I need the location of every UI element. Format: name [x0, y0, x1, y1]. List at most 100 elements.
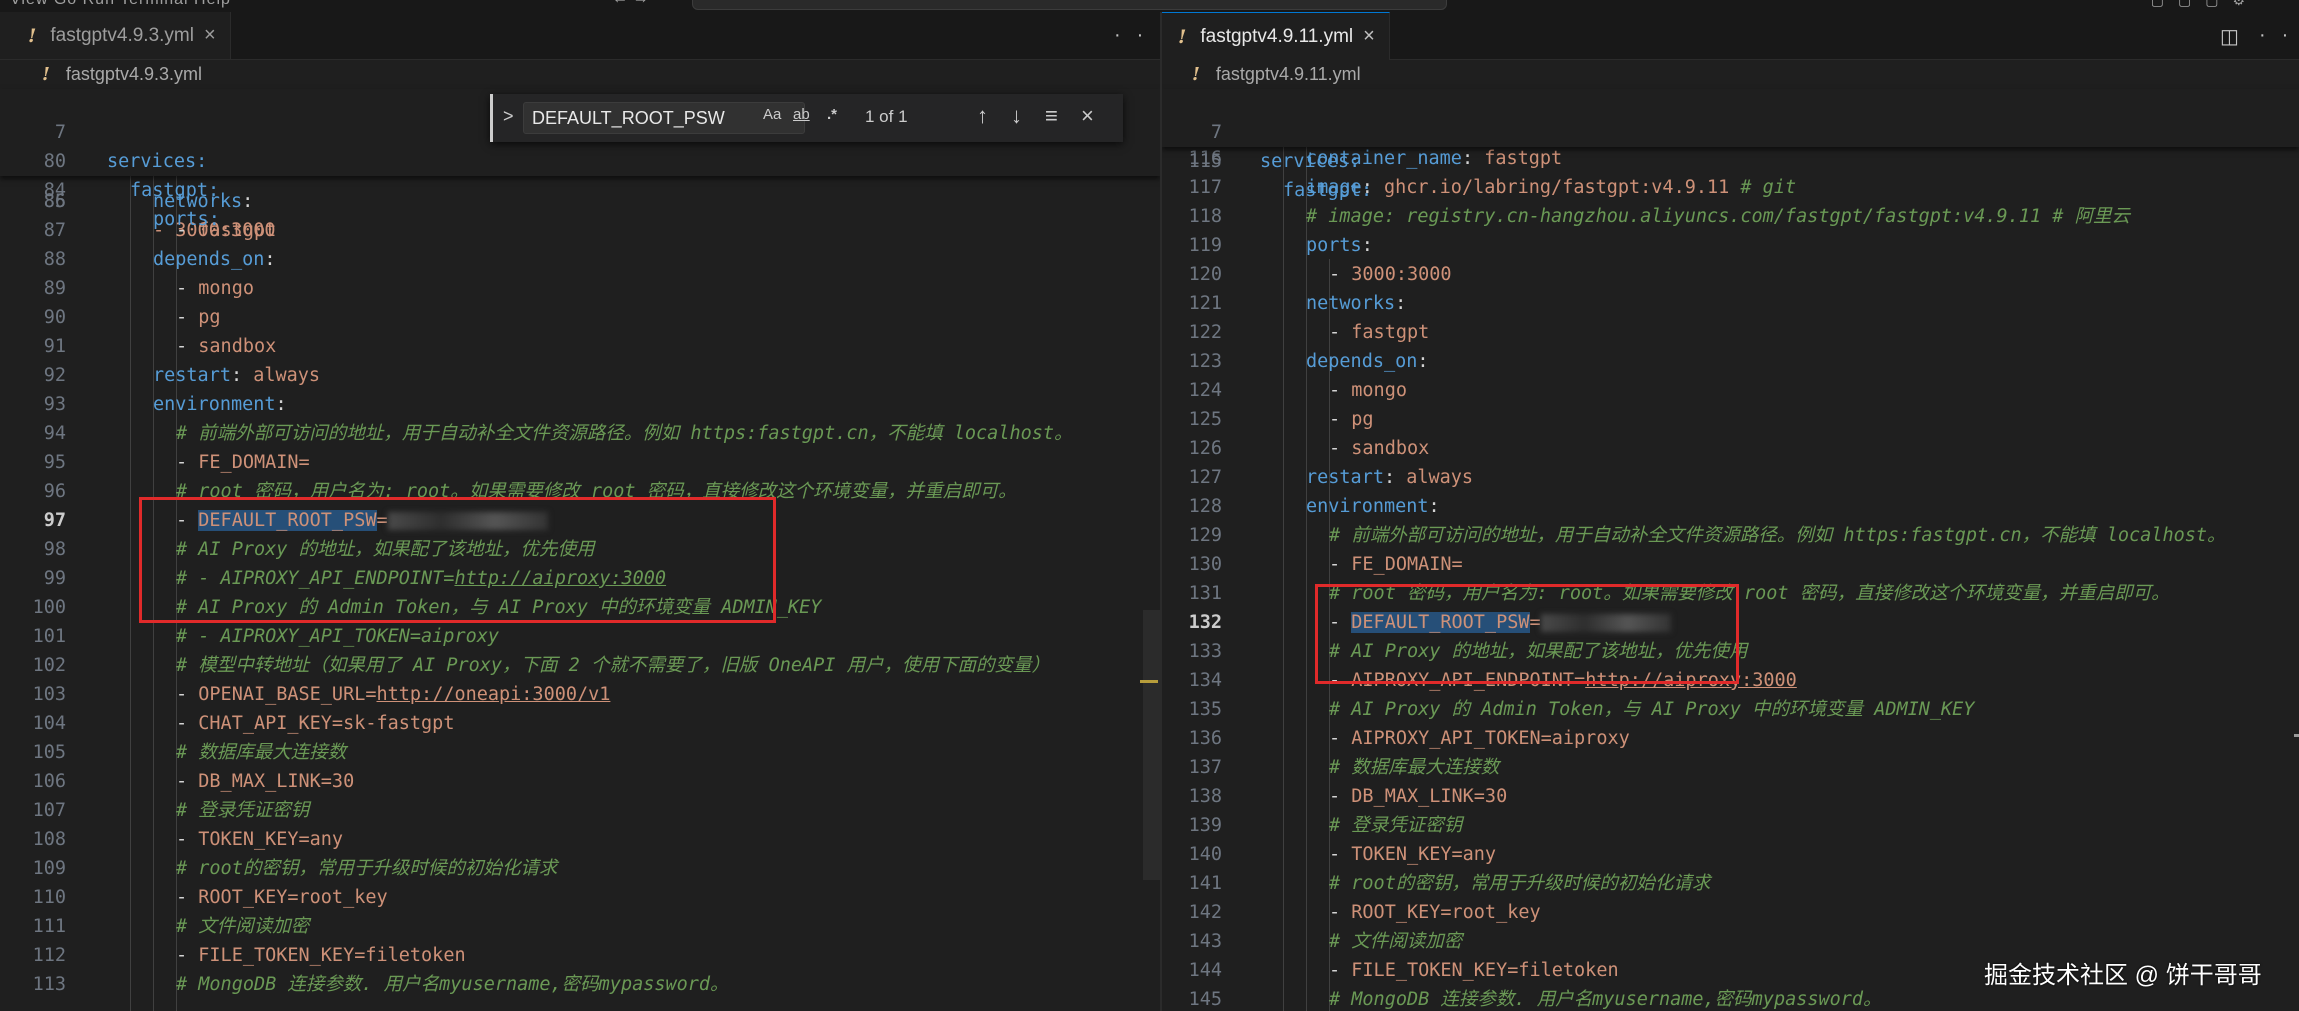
menu-bar[interactable]: View Go Run Terminal Help: [10, 0, 231, 9]
line-text: # 登录凭证密钥: [176, 800, 310, 821]
code-line[interactable]: 129 # 前端外部可访问的地址，用于自动补全文件资源路径。例如 https:fa…: [1162, 521, 2299, 550]
code-line[interactable]: 101 # - AIPROXY_API_TOKEN=aiproxy: [0, 622, 1160, 651]
line-number: 112: [32, 945, 66, 966]
code-line[interactable]: 89 - mongo: [0, 274, 1160, 303]
code-line[interactable]: 94 # 前端外部可访问的地址，用于自动补全文件资源路径。例如 https:fas…: [0, 419, 1160, 448]
code-line[interactable]: 107 # 登录凭证密钥: [0, 796, 1160, 825]
code-line[interactable]: 105 # 数据库最大连接数: [0, 738, 1160, 767]
code-line[interactable]: 142 - ROOT_KEY=root_key: [1162, 898, 2299, 927]
tab-fastgptv4-9-11[interactable]: ! fastgptv4.9.11.yml ×: [1162, 12, 1390, 60]
previous-match-icon[interactable]: ↑: [977, 103, 988, 129]
code-line[interactable]: 118 # image: registry.cn-hangzhou.aliyunc…: [1162, 202, 2299, 231]
code-line[interactable]: 95 - FE_DOMAIN=: [0, 448, 1160, 477]
split-editor-icon[interactable]: ◫: [2220, 24, 2255, 49]
nav-arrows[interactable]: ← →: [612, 0, 648, 8]
line-text: - sandbox: [176, 336, 277, 357]
code-line[interactable]: 125 - pg: [1162, 405, 2299, 434]
code-line[interactable]: 128 environment:: [1162, 492, 2299, 521]
line-number: 119: [1188, 235, 1222, 256]
more-actions-icon[interactable]: ···: [2259, 24, 2299, 47]
breadcrumb-file[interactable]: fastgptv4.9.3.yml: [66, 64, 202, 85]
right-tab-bar: ! fastgptv4.9.11.yml × ◫ ···: [1162, 12, 2299, 60]
code-line[interactable]: 139 # 登录凭证密钥: [1162, 811, 2299, 840]
toggle-replace-icon[interactable]: >: [503, 106, 514, 127]
line-number: 106: [32, 771, 66, 792]
code-line[interactable]: 102 # 模型中转地址（如果用了 AI Proxy，下面 2 个就不需要了，旧版…: [0, 651, 1160, 680]
line-text: # AI Proxy 的 Admin Token，与 AI Proxy 中的环境…: [1329, 699, 1975, 720]
code-line[interactable]: 123 depends_on:: [1162, 347, 2299, 376]
whole-word-icon[interactable]: ab: [793, 106, 810, 123]
left-editor-group: ! fastgptv4.9.3.yml × ··· ! fastgptv4.9.…: [0, 12, 1160, 1011]
breadcrumb[interactable]: ! fastgptv4.9.3.yml: [0, 59, 1160, 89]
code-line[interactable]: 140 - TOKEN_KEY=any: [1162, 840, 2299, 869]
warning-icon: !: [42, 63, 50, 85]
more-actions-icon[interactable]: ···: [1114, 24, 1160, 47]
line-text: # 数据库最大连接数: [1329, 757, 1500, 778]
code-line[interactable]: 130 - FE_DOMAIN=: [1162, 550, 2299, 579]
line-number: 103: [32, 684, 66, 705]
line-number: 140: [1188, 844, 1222, 865]
code-line[interactable]: 120 - 3000:3000: [1162, 260, 2299, 289]
code-line[interactable]: 124 - mongo: [1162, 376, 2299, 405]
line-text: # 前端外部可访问的地址，用于自动补全文件资源路径。例如 https:fastg…: [176, 423, 1073, 444]
command-center-search[interactable]: [692, 0, 1447, 10]
code-line[interactable]: 109 # root的密钥，常用于升级时候的初始化请求: [0, 854, 1160, 883]
code-line[interactable]: 88 depends_on:: [0, 245, 1160, 274]
code-line[interactable]: 92 restart: always: [0, 361, 1160, 390]
breadcrumb-file[interactable]: fastgptv4.9.11.yml: [1216, 64, 1361, 85]
code-line[interactable]: 143 # 文件阅读加密: [1162, 927, 2299, 956]
sticky-scroll[interactable]: 7 services: 115 fastgpt:: [1162, 89, 2299, 201]
layout-icons[interactable]: ▢▢▢⚙: [2151, 0, 2259, 9]
code-line[interactable]: 93 environment:: [0, 390, 1160, 419]
tab-fastgptv4-9-3[interactable]: ! fastgptv4.9.3.yml ×: [0, 12, 231, 59]
code-line[interactable]: 111 # 文件阅读加密: [0, 912, 1160, 941]
code-line[interactable]: 7 services:: [1162, 89, 2299, 172]
code-line[interactable]: 113 # MongoDB 连接参数. 用户名myusername,密码mypas…: [0, 970, 1160, 999]
line-text: - TOKEN_KEY=any: [1329, 844, 1497, 865]
regex-icon[interactable]: .*: [827, 106, 837, 123]
code-line[interactable]: 90 - pg: [0, 303, 1160, 332]
search-match-marker: [1140, 680, 1158, 683]
line-text: networks:: [1306, 293, 1407, 314]
line-number: 145: [1188, 989, 1222, 1010]
code-line[interactable]: 119 ports:: [1162, 231, 2299, 260]
line-number: 105: [32, 742, 66, 763]
code-line[interactable]: 106 - DB_MAX_LINK=30: [0, 767, 1160, 796]
code-line[interactable]: 84 ports:: [0, 147, 1160, 230]
line-number: 96: [43, 481, 66, 502]
code-line[interactable]: 127 restart: always: [1162, 463, 2299, 492]
match-case-icon[interactable]: Aa: [763, 106, 781, 123]
close-icon[interactable]: ×: [1363, 25, 1375, 48]
code-line[interactable]: 141 # root的密钥，常用于升级时候的初始化请求: [1162, 869, 2299, 898]
code-line[interactable]: 135 # AI Proxy 的 Admin Token，与 AI Proxy 中…: [1162, 695, 2299, 724]
scrollbar[interactable]: [1143, 610, 1160, 880]
code-line[interactable]: 103 - OPENAI_BASE_URL=http://oneapi:3000/…: [0, 680, 1160, 709]
breadcrumb[interactable]: ! fastgptv4.9.11.yml: [1162, 59, 2299, 89]
line-text: - 3000:3000: [1329, 264, 1452, 285]
line-number: 99: [43, 568, 66, 589]
line-text: # 文件阅读加密: [1329, 931, 1463, 952]
close-icon[interactable]: ×: [204, 24, 216, 47]
code-line[interactable]: 115 fastgpt:: [1162, 118, 2299, 201]
line-number: 90: [43, 307, 66, 328]
line-number: 111: [32, 916, 66, 937]
code-line[interactable]: 126 - sandbox: [1162, 434, 2299, 463]
warning-icon: !: [28, 24, 37, 47]
code-line[interactable]: 122 - fastgpt: [1162, 318, 2299, 347]
code-line[interactable]: 138 - DB_MAX_LINK=30: [1162, 782, 2299, 811]
code-line[interactable]: 91 - sandbox: [0, 332, 1160, 361]
next-match-icon[interactable]: ↓: [1011, 103, 1022, 129]
match-count: 1 of 1: [865, 107, 908, 126]
code-line[interactable]: 108 - TOKEN_KEY=any: [0, 825, 1160, 854]
line-number: 125: [1188, 409, 1222, 430]
code-line[interactable]: 112 - FILE_TOKEN_KEY=filetoken: [0, 941, 1160, 970]
code-line[interactable]: 104 - CHAT_API_KEY=sk-fastgpt: [0, 709, 1160, 738]
code-line[interactable]: 121 networks:: [1162, 289, 2299, 318]
code-line[interactable]: 110 - ROOT_KEY=root_key: [0, 883, 1160, 912]
find-in-selection-icon[interactable]: ≡: [1045, 103, 1058, 129]
code-line[interactable]: 137 # 数据库最大连接数: [1162, 753, 2299, 782]
line-number: 137: [1188, 757, 1222, 778]
line-text: restart: always: [1306, 467, 1474, 488]
close-icon[interactable]: ×: [1081, 103, 1094, 129]
code-line[interactable]: 136 - AIPROXY_API_TOKEN=aiproxy: [1162, 724, 2299, 753]
